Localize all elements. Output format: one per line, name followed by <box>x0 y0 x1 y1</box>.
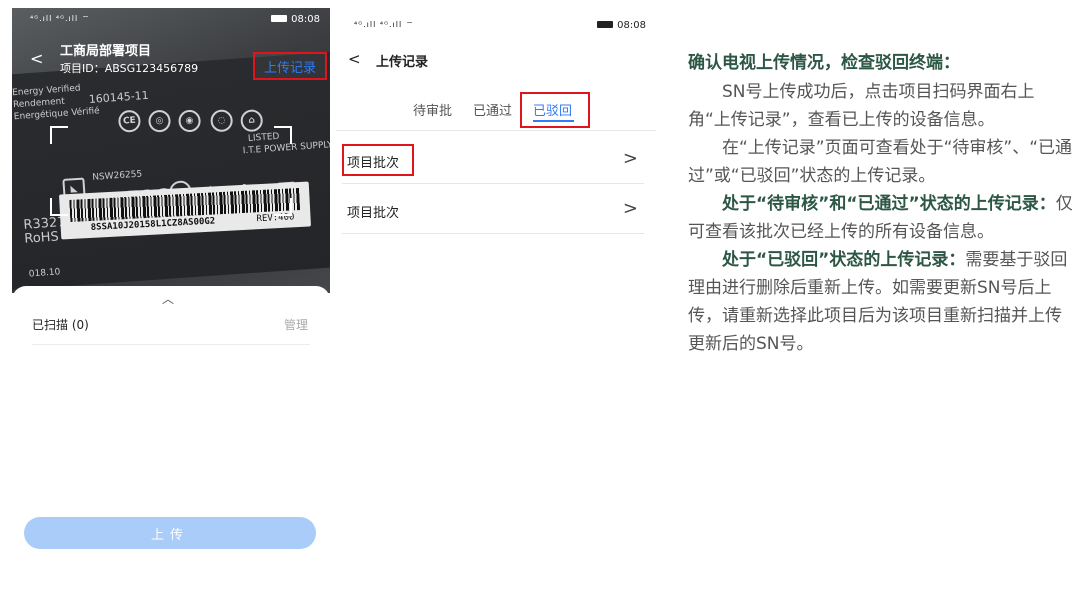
paragraph-4-lead: 处于“已驳回”状态的上传记录： <box>722 250 966 270</box>
battery-icon <box>271 15 288 22</box>
list-item-label: 项目批次 <box>347 156 400 171</box>
status-right: 08:08 <box>271 14 320 25</box>
instructions-paragraph-2: 在“上传记录”页面可查看处于“待审核”、“已通过”或“已驳回”状态的上传记录。 <box>688 138 1073 186</box>
recycle-mark-icon: ◉ <box>177 109 202 133</box>
instructions-paragraph-4: 处于“已驳回”状态的上传记录：需要基于驳回理由进行删除后重新上传。如需要更新SN… <box>688 246 1073 358</box>
active-tab-indicator <box>533 120 574 122</box>
status-tabs: 待审批 已通过 已驳回 <box>336 92 656 132</box>
product-label-image: Energy Verified Rendement Energétique Vé… <box>12 50 330 291</box>
instructions-paragraph-1: SN号上传成功后，点击项目扫码界面右上角“上传记录”，查看已上传的设备信息。 <box>688 82 1035 130</box>
manage-button[interactable]: 管理 <box>284 316 308 333</box>
label-text-nsw: NSW26255 <box>91 169 143 183</box>
project-id: 项目ID：ABSG123456789 <box>60 62 199 75</box>
signal-icon: ⁴ᴳ.ıll ⁴ᴳ.ıll ⌔ <box>30 14 91 23</box>
chevron-right-icon: > <box>622 198 638 219</box>
back-icon[interactable]: < <box>348 50 361 68</box>
label-text-date: 018.10 <box>28 267 61 280</box>
battery-icon <box>597 21 614 28</box>
page-title: 工商局部署项目 <box>60 44 152 59</box>
status-bar: ⁴ᴳ.ıll ⁴ᴳ.ıll ⌔ 08:08 <box>336 14 656 36</box>
ce-mark-icon: CE <box>117 109 142 133</box>
scan-frame-corner-bl <box>50 198 68 216</box>
list-item-label: 项目批次 <box>347 206 400 221</box>
tab-approved[interactable]: 已通过 <box>473 100 512 119</box>
status-time: 08:08 <box>617 19 646 31</box>
signal-icon: ⁴ᴳ.ıll ⁴ᴳ.ıll ⌔ <box>354 20 415 29</box>
back-icon[interactable]: < <box>30 49 43 68</box>
scan-frame-corner-br <box>274 198 292 216</box>
chevron-right-icon: > <box>622 148 638 169</box>
tab-pending[interactable]: 待审批 <box>413 100 452 119</box>
divider <box>342 183 644 184</box>
scan-frame-corner-tr <box>274 126 292 144</box>
instructions-paragraph-3: 处于“待审核”和“已通过”状态的上传记录：仅可查看该批次已经上传的所有设备信息。 <box>688 190 1073 246</box>
tab-rejected[interactable]: 已驳回 <box>533 100 572 119</box>
house-mark-icon: ⌂ <box>239 108 264 133</box>
divider <box>336 130 656 131</box>
upload-record-button[interactable]: 上传记录 <box>253 52 327 80</box>
instructions-heading: 确认电视上传情况，检查驳回终端： <box>688 53 960 73</box>
scan-screen: Energy Verified Rendement Energétique Vé… <box>12 8 330 564</box>
label-text-code: 160145-11 <box>88 88 150 106</box>
ul-mark-icon: ◌ <box>209 109 234 133</box>
divider <box>342 233 644 234</box>
status-time: 08:08 <box>291 13 320 25</box>
upload-button[interactable]: 上传 <box>24 517 316 549</box>
status-bar: ⁴ᴳ.ıll ⁴ᴳ.ıll ⌔ 08:08 <box>12 8 330 30</box>
paragraph-3-lead: 处于“待审核”和“已通过”状态的上传记录： <box>722 194 1056 214</box>
label-text-energy: Energy Verified <box>12 83 81 99</box>
list-item[interactable]: 项目批次 > <box>342 188 650 234</box>
divider <box>32 344 310 345</box>
label-text-rohs: RoHS <box>23 229 60 247</box>
status-right: 08:08 <box>597 20 646 31</box>
chevron-up-icon[interactable]: ︿ <box>162 290 174 307</box>
page-title: 上传记录 <box>376 55 429 70</box>
upload-record-screen: ⁴ᴳ.ıll ⁴ᴳ.ıll ⌔ 08:08 < 上传记录 待审批 已通过 已驳回… <box>336 8 656 308</box>
ccc-mark-icon: ◎ <box>147 109 172 133</box>
ce-mark-text: CE <box>122 115 137 127</box>
list-item[interactable]: 项目批次 > <box>342 138 650 184</box>
scanned-count: 已扫描 (0) <box>32 318 89 332</box>
scanned-sheet: ︿ 已扫描 (0) 管理 上传 <box>12 286 330 564</box>
scan-frame-corner-tl <box>50 126 68 144</box>
record-header: < 上传记录 <box>336 46 656 74</box>
instructions-panel: 确认电视上传情况，检查驳回终端： SN号上传成功后，点击项目扫码界面右上角“上传… <box>688 48 1073 358</box>
